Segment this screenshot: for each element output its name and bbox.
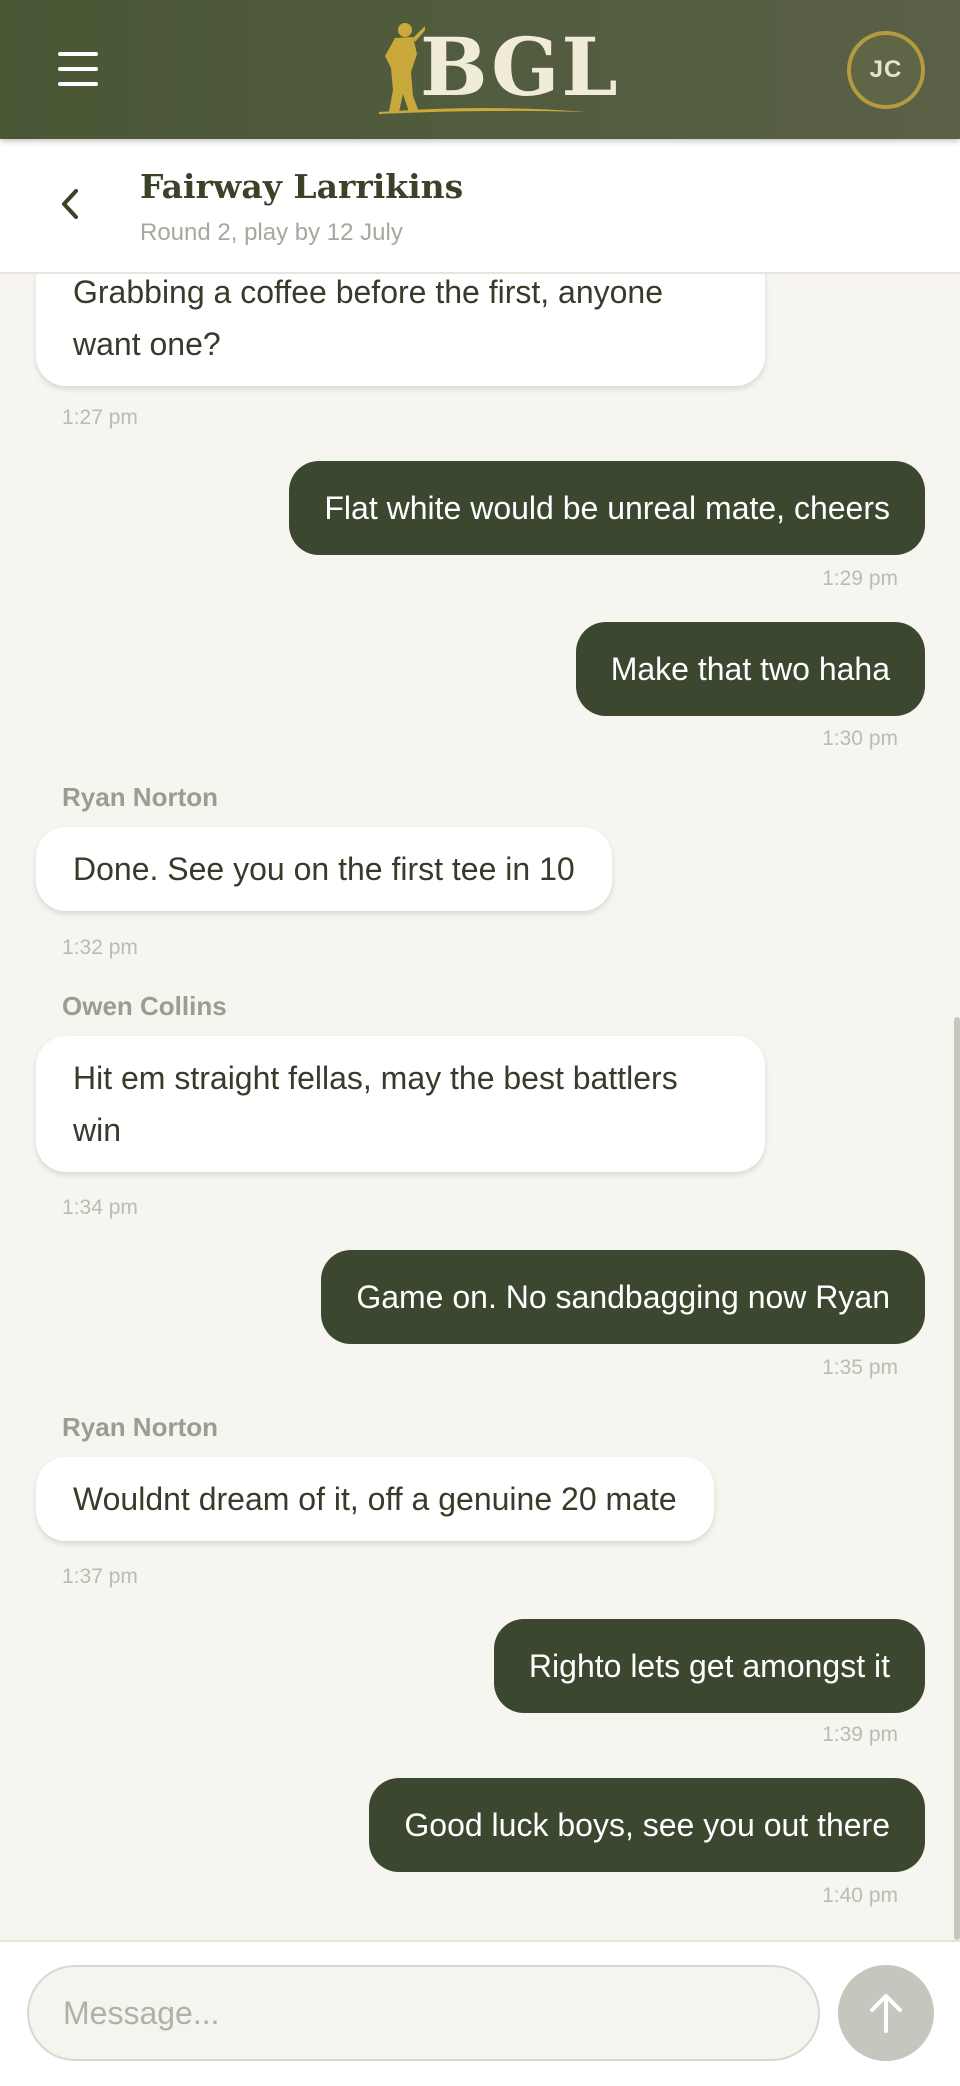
message-text: Wouldnt dream of it, off a genuine 20 ma… [73, 1481, 677, 1517]
message-timestamp: 1:27 pm [62, 406, 138, 429]
send-button[interactable] [838, 1965, 934, 2061]
message-bubble-incoming[interactable]: Wouldnt dream of it, off a genuine 20 ma… [36, 1457, 714, 1541]
message-bubble-outgoing[interactable]: Make that two haha [575, 622, 925, 716]
conversation-header: Fairway Larrikins Round 2, play by 12 Ju… [0, 139, 960, 274]
sender-name: Ryan Norton [62, 1412, 218, 1442]
message-composer [0, 1940, 960, 2086]
message-text: Game on. No sandbagging now Ryan [356, 1279, 890, 1315]
hamburger-menu-icon[interactable] [58, 52, 98, 86]
message-timestamp: 1:39 pm [822, 1723, 898, 1746]
arrow-up-icon [870, 1994, 902, 2033]
message-text: Hit em straight fellas, may the best bat… [73, 1060, 678, 1148]
app-bar: BGL JC [0, 0, 960, 139]
message-timestamp: 1:29 pm [822, 567, 898, 590]
bgl-logo[interactable]: BGL [375, 20, 618, 120]
sender-name: Owen Collins [62, 991, 227, 1021]
message-text: Good luck boys, see you out there [404, 1807, 890, 1843]
message-timestamp: 1:34 pm [62, 1196, 138, 1219]
message-timestamp: 1:30 pm [822, 727, 898, 750]
message-text: Flat white would be unreal mate, cheers [324, 490, 890, 526]
message-list-scrollbar[interactable] [954, 1017, 960, 1940]
message-input[interactable] [27, 1965, 820, 2061]
message-text: Righto lets get amongst it [528, 1648, 890, 1684]
logo-swoosh [379, 108, 587, 114]
message-timestamp: 1:35 pm [822, 1356, 898, 1379]
message-bubble-outgoing[interactable]: Good luck boys, see you out there [369, 1778, 925, 1872]
conversation-title: Fairway Larrikins [140, 167, 464, 206]
message-bubble-incoming[interactable]: Grabbing a coffee before the first, anyo… [36, 274, 765, 386]
back-button[interactable] [50, 179, 90, 229]
chevron-left-icon [62, 189, 78, 219]
message-bubble-incoming[interactable]: Hit em straight fellas, may the best bat… [36, 1036, 765, 1172]
logo-text: BGL [420, 20, 620, 114]
message-text: Make that two haha [610, 651, 890, 687]
conversation-subtitle: Round 2, play by 12 July [140, 219, 403, 246]
sender-name: Ryan Norton [62, 782, 218, 812]
message-timestamp: 1:37 pm [62, 1565, 138, 1588]
user-avatar[interactable]: JC [847, 31, 925, 109]
message-text: Grabbing a coffee before the first, anyo… [73, 274, 664, 362]
message-bubble-outgoing[interactable]: Righto lets get amongst it [493, 1619, 925, 1713]
message-list[interactable]: Grabbing a coffee before the first, anyo… [0, 274, 960, 1940]
message-timestamp: 1:40 pm [822, 1884, 898, 1907]
message-bubble-outgoing[interactable]: Flat white would be unreal mate, cheers [289, 461, 925, 555]
message-bubble-outgoing[interactable]: Game on. No sandbagging now Ryan [321, 1250, 925, 1344]
message-timestamp: 1:32 pm [62, 936, 138, 959]
message-text: Done. See you on the first tee in 10 [73, 851, 575, 887]
message-bubble-incoming[interactable]: Done. See you on the first tee in 10 [36, 827, 612, 911]
